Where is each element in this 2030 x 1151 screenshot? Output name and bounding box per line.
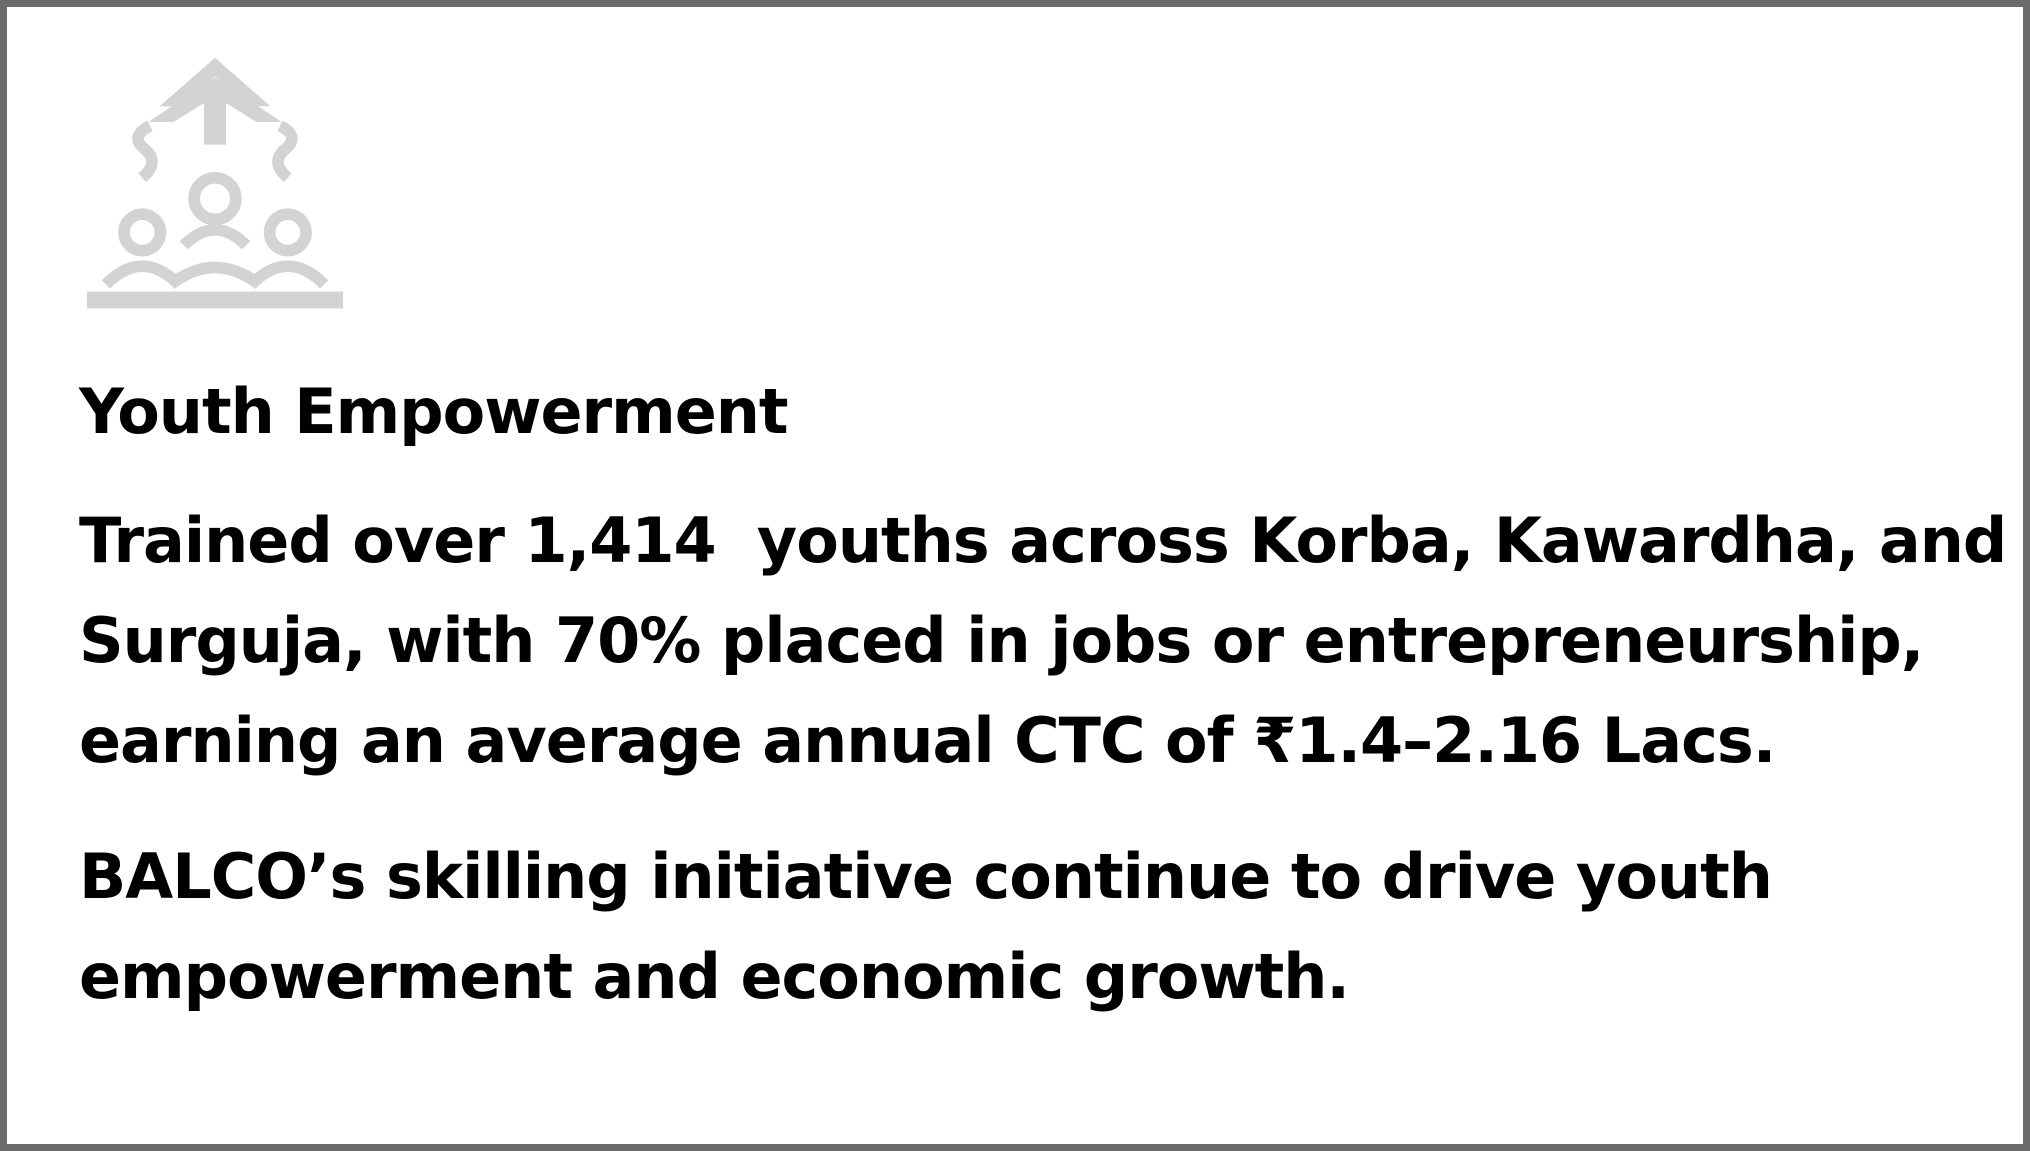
info-card: Youth Empowerment Trained over 1,414 you… [0, 0, 2030, 1151]
card-paragraph-initiative: BALCO’s skilling initiative continue to … [79, 840, 1793, 1013]
community-people-icon [85, 53, 345, 313]
card-paragraph-training: Trained over 1,414 youths across Korba, … [79, 504, 2027, 777]
logo-graphic [86, 57, 344, 309]
card-content: Youth Empowerment Trained over 1,414 you… [79, 369, 2019, 1027]
card-title: Youth Empowerment [79, 375, 789, 448]
